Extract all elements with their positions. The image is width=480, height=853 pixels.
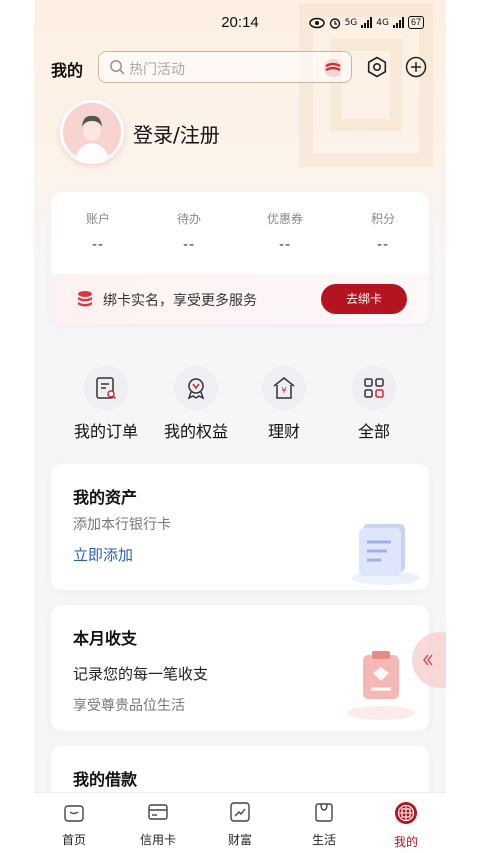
stat-label: 积分	[370, 212, 395, 226]
credit-card-icon	[148, 804, 168, 820]
tab-home[interactable]: 首页	[44, 801, 104, 848]
stat-todo[interactable]: 待办 --	[149, 210, 229, 253]
quick-entry-all[interactable]: 全部	[336, 366, 412, 442]
stat-value: --	[376, 237, 390, 253]
grid-icon-wrap	[352, 366, 396, 410]
bank-logo-icon	[324, 59, 342, 77]
tab-mine[interactable]: 我的	[376, 801, 436, 850]
tab-label: 我的	[393, 835, 418, 849]
quick-entry-wealth[interactable]: ¥ 理财	[246, 366, 322, 442]
grid-icon	[364, 378, 384, 398]
stat-value: --	[278, 237, 292, 253]
status-icons: 5G 4G 67	[308, 16, 424, 29]
monthly-expense-card[interactable]: 本月收支 记录您的每一笔收支 享受尊贵品位生活	[51, 605, 429, 731]
quick-entry-label: 我的权益	[163, 422, 228, 441]
tab-wealth[interactable]: 财富	[210, 801, 270, 848]
phone-screen: 20:14 5G 4G 67 我的 热门活动 登录/注册 账户 -- 待办 --…	[34, 0, 446, 853]
tab-label: 财富	[227, 833, 252, 847]
bind-card-button[interactable]: 去绑卡	[321, 284, 407, 314]
signal-icon	[361, 17, 373, 28]
eye-icon	[308, 17, 325, 28]
settings-gear-icon[interactable]	[366, 56, 388, 78]
stat-points[interactable]: 积分 --	[343, 210, 423, 253]
expense-line1: 记录您的每一笔收支	[73, 665, 209, 683]
profile-emblem-icon	[395, 802, 417, 824]
assets-subtitle: 添加本行银行卡	[73, 517, 171, 533]
add-plus-icon[interactable]	[405, 56, 427, 78]
battery-icon: 67	[407, 16, 424, 29]
clipboard-illustration-icon	[347, 651, 415, 720]
search-bar[interactable]: 热门活动	[98, 51, 352, 83]
coin-stack-icon	[78, 291, 92, 307]
stat-coupons[interactable]: 优惠券 --	[245, 210, 325, 253]
stat-value: --	[91, 237, 105, 253]
alarm-icon	[329, 17, 340, 29]
tab-label: 首页	[61, 833, 86, 847]
bind-card-banner[interactable]: 绑卡实名，享受更多服务 去绑卡	[51, 274, 429, 324]
benefits-icon	[187, 378, 205, 400]
quick-entry-benefits[interactable]: 我的权益	[158, 366, 234, 442]
account-summary-card: 账户 -- 待办 -- 优惠券 -- 积分 -- 绑卡实名，享受更多服务 去绑卡	[51, 192, 429, 324]
expense-title: 本月收支	[73, 629, 138, 648]
tab-credit-card[interactable]: 信用卡	[128, 801, 188, 848]
bottom-tab-bar: 首页 信用卡 财富 生活 我的	[34, 792, 446, 853]
stat-label: 待办	[176, 212, 201, 226]
stat-label: 账户	[85, 212, 110, 226]
assets-title: 我的资产	[73, 488, 138, 507]
avatar[interactable]	[60, 100, 124, 164]
add-card-link[interactable]: 立即添加	[73, 544, 133, 565]
status-bar: 20:14 5G 4G 67	[34, 0, 446, 48]
svg-text:¥: ¥	[281, 386, 286, 395]
home-icon	[64, 805, 84, 822]
stat-value: --	[182, 237, 196, 253]
page-title: 我的	[51, 61, 84, 80]
header: 我的 热门活动	[34, 48, 446, 86]
wealth-chart-icon	[230, 802, 250, 822]
assets-card[interactable]: 我的资产 添加本行银行卡 立即添加	[51, 464, 429, 590]
login-register-link[interactable]: 登录/注册	[133, 119, 220, 148]
stat-account[interactable]: 账户 --	[58, 210, 138, 253]
quick-entry-label: 我的订单	[73, 422, 138, 441]
network-4g-label: 4G	[376, 17, 389, 28]
user-avatar-icon	[63, 103, 121, 161]
bind-card-text: 绑卡实名，享受更多服务	[103, 293, 257, 309]
signal-icon-2	[392, 17, 404, 28]
quick-entry-label: 全部	[357, 422, 390, 441]
quick-entry-orders[interactable]: 我的订单	[68, 366, 144, 442]
document-illustration-icon	[352, 524, 420, 585]
quick-entry-label: 理财	[267, 422, 300, 441]
stat-label: 优惠券	[266, 212, 303, 226]
search-icon	[110, 60, 125, 75]
wealth-house-icon: ¥	[273, 377, 295, 399]
expense-line2: 享受尊贵品位生活	[73, 698, 185, 714]
tab-label: 信用卡	[139, 833, 176, 847]
order-icon	[96, 377, 117, 400]
chevron-left-icon	[423, 654, 433, 666]
tab-life[interactable]: 生活	[294, 801, 354, 848]
tab-label: 生活	[311, 833, 336, 847]
loan-title: 我的借款	[73, 770, 138, 789]
benefits-icon-wrap	[174, 366, 218, 410]
shopping-bag-icon	[315, 803, 333, 822]
wealth-house-icon-wrap: ¥	[262, 366, 306, 410]
order-icon-wrap	[84, 366, 128, 410]
network-5g-label: 5G	[344, 17, 358, 28]
search-placeholder: 热门活动	[129, 62, 185, 78]
